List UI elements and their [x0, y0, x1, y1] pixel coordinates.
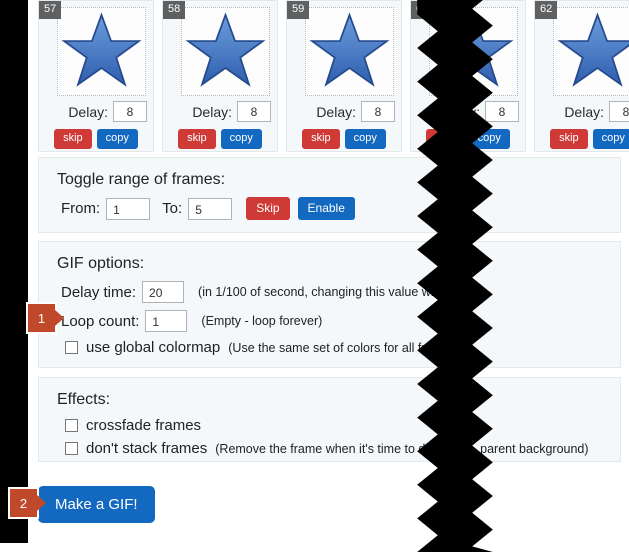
global-colormap-label: use global colormap: [86, 339, 221, 356]
dont-stack-hint-right: parent background): [480, 441, 589, 456]
loop-count-label: Loop count:: [61, 312, 140, 330]
frame-card[interactable]: 57 Delay: 8 skip copy: [38, 0, 154, 152]
frame-skip-button[interactable]: skip: [302, 129, 340, 149]
gif-options-panel: GIF options: Delay time: 20 (in 1/100 of…: [38, 241, 621, 368]
frame-card[interactable]: 59 Delay: 8 skip copy: [286, 0, 402, 152]
star-icon: [557, 12, 629, 87]
global-colormap-row: use global colormap (Use the same set of…: [65, 339, 433, 356]
left-redaction-band: [0, 0, 28, 543]
frame-skip-button[interactable]: skip: [178, 129, 216, 149]
frame-delay-label: Delay:: [68, 103, 108, 120]
effects-title: Effects:: [57, 391, 111, 408]
frame-delay-label: Delay:: [564, 103, 604, 120]
make-gif-button[interactable]: Make a GIF!: [38, 486, 155, 523]
delay-time-hint: (in 1/100 of second, changing this value…: [198, 285, 440, 299]
frame-button-row: skip copy: [163, 129, 277, 149]
frame-card[interactable]: 62 Delay: 8 skip copy: [534, 0, 629, 152]
dont-stack-frames-checkbox[interactable]: [65, 442, 78, 455]
frame-delay-input[interactable]: 8: [485, 101, 519, 122]
frame-strip: 57 Delay: 8 skip copy 58 Delay: 8 skip c…: [38, 0, 629, 152]
toggle-range-panel: Toggle range of frames: From: 1 To: 5 Sk…: [38, 157, 621, 233]
frame-thumbnail[interactable]: [57, 7, 146, 96]
star-icon: [61, 12, 142, 87]
frame-copy-button[interactable]: copy: [344, 129, 386, 149]
frame-button-row: skip copy: [535, 129, 629, 149]
dont-stack-hint-left: (Remove the frame when it's time to di: [215, 441, 429, 456]
frame-delay-input[interactable]: 8: [609, 101, 629, 122]
frame-number-badge: 57: [39, 1, 62, 19]
delay-time-label: Delay time:: [61, 283, 137, 301]
star-icon: [185, 12, 266, 87]
range-skip-button[interactable]: Skip: [246, 197, 290, 220]
crossfade-row: crossfade frames: [65, 417, 201, 434]
annotation-marker-1: 1: [28, 304, 64, 332]
to-input[interactable]: 5: [188, 197, 233, 220]
frame-delay-input[interactable]: 8: [237, 101, 271, 122]
frame-button-row: skip copy: [39, 129, 153, 149]
frame-number-badge: 62: [535, 1, 558, 19]
crossfade-frames-label: crossfade frames: [86, 417, 202, 434]
delay-time-row: Delay time: 20 (in 1/100 of second, chan…: [61, 281, 439, 303]
frame-delay-label: Delay:: [192, 103, 232, 120]
frame-delay-input[interactable]: 8: [113, 101, 147, 122]
frame-skip-button[interactable]: skip: [54, 129, 92, 149]
frame-skip-button[interactable]: skip: [550, 129, 588, 149]
frame-delay-row: Delay: 8: [535, 101, 629, 122]
global-colormap-hint: (Use the same set of colors for all fra: [228, 340, 433, 355]
frame-delay-row: Delay: 8: [163, 101, 271, 122]
toggle-range-title: Toggle range of frames:: [57, 171, 226, 188]
frame-card[interactable]: 58 Delay: 8 skip copy: [162, 0, 278, 152]
frame-copy-button[interactable]: copy: [96, 129, 138, 149]
frame-copy-button[interactable]: copy: [592, 129, 629, 149]
global-colormap-checkbox[interactable]: [65, 341, 78, 354]
app-page: 57 Delay: 8 skip copy 58 Delay: 8 skip c…: [0, 0, 629, 552]
loop-count-row: Loop count: 1 (Empty - loop forever): [61, 310, 322, 332]
delay-time-input[interactable]: 20: [142, 281, 185, 303]
frame-number-badge: 59: [287, 1, 310, 19]
frame-thumbnail[interactable]: [553, 7, 629, 96]
annotation-marker-2: 2: [10, 489, 46, 517]
frame-button-row: skip copy: [287, 129, 401, 149]
dont-stack-frames-label: don't stack frames: [86, 440, 208, 457]
frame-thumbnail[interactable]: [305, 7, 394, 96]
frame-delay-label: Delay:: [316, 103, 356, 120]
from-input[interactable]: 1: [106, 197, 151, 220]
star-icon: [309, 12, 390, 87]
gif-options-title: GIF options:: [57, 255, 145, 272]
effects-panel: Effects: crossfade frames don't stack fr…: [38, 377, 621, 462]
frame-copy-button[interactable]: copy: [220, 129, 262, 149]
frame-number-badge: 58: [163, 1, 186, 19]
to-label: To:: [162, 200, 183, 217]
dont-stack-row: don't stack frames (Remove the frame whe…: [65, 440, 589, 457]
loop-count-hint: (Empty - loop forever): [201, 314, 323, 328]
frame-thumbnail[interactable]: [181, 7, 270, 96]
frame-delay-row: Delay: 8: [39, 101, 147, 122]
toggle-range-controls: From: 1 To: 5 Skip Enable: [61, 197, 355, 220]
frame-delay-input[interactable]: 8: [361, 101, 395, 122]
loop-count-input[interactable]: 1: [145, 310, 188, 332]
frame-delay-row: Delay: 8: [287, 101, 395, 122]
from-label: From:: [61, 200, 101, 217]
range-enable-button[interactable]: Enable: [297, 197, 355, 220]
crossfade-frames-checkbox[interactable]: [65, 419, 78, 432]
